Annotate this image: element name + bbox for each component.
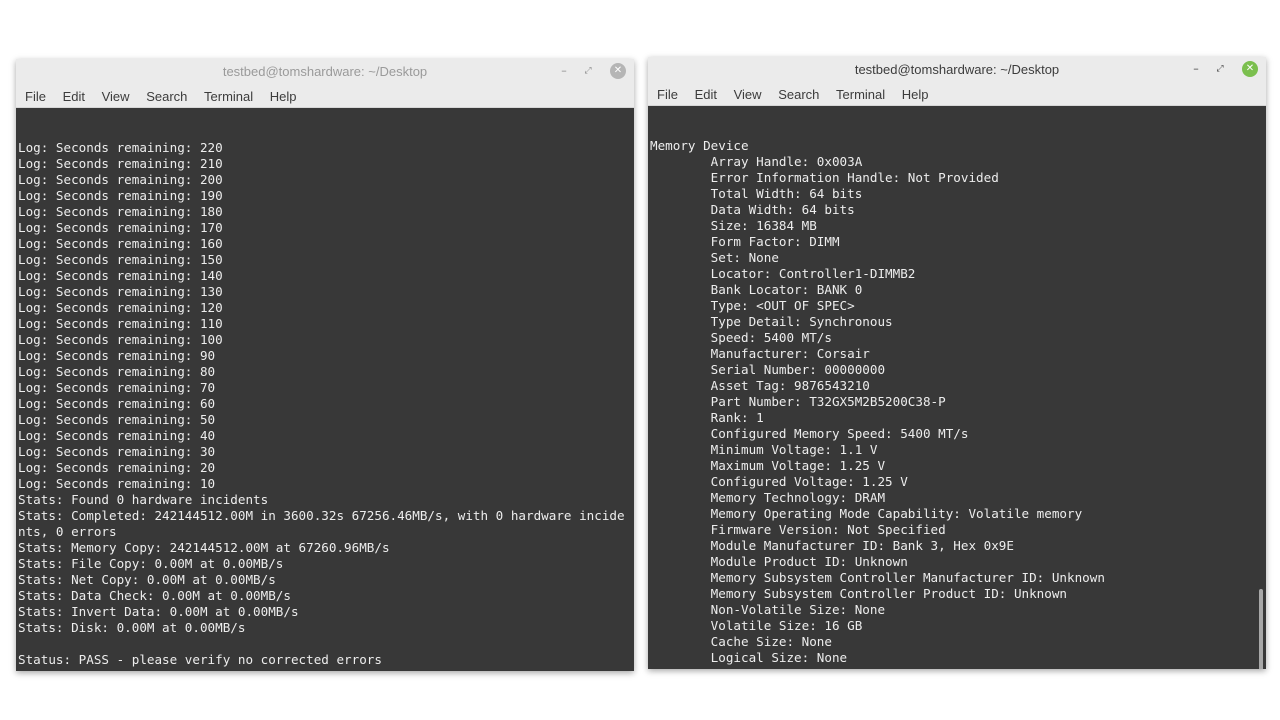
menu-view[interactable]: View	[102, 84, 130, 104]
output-line: Type Detail: Synchronous	[650, 314, 893, 329]
output-line: Memory Subsystem Controller Product ID: …	[650, 586, 1068, 601]
output-line: Stats: Invert Data: 0.00M at 0.00MB/s	[18, 604, 299, 619]
menu-bar: File Edit View Search Terminal Help	[16, 84, 634, 108]
menu-help[interactable]: Help	[902, 82, 929, 102]
scrollbar[interactable]	[1259, 589, 1263, 669]
output-line: Array Handle: 0x003A	[650, 154, 863, 169]
output-line: Firmware Version: Not Specified	[650, 522, 946, 537]
output-line: Configured Memory Speed: 5400 MT/s	[650, 426, 969, 441]
output-line: Error Information Handle: Not Provided	[650, 170, 999, 185]
output-line: Bank Locator: BANK 0	[650, 282, 863, 297]
terminal-output[interactable]: Log: Seconds remaining: 220 Log: Seconds …	[16, 108, 634, 671]
output-line: Module Manufacturer ID: Bank 3, Hex 0x9E	[650, 538, 1014, 553]
menu-file[interactable]: File	[657, 82, 678, 102]
menu-terminal[interactable]: Terminal	[204, 84, 253, 104]
output-line: Part Number: T32GX5M2B5200C38-P	[650, 394, 946, 409]
output-line: Stats: Disk: 0.00M at 0.00MB/s	[18, 620, 246, 635]
output-line: Set: None	[650, 250, 779, 265]
title-bar[interactable]: testbed@tomshardware: ~/Desktop – ⤢ ✕	[648, 57, 1266, 82]
output-line: Module Product ID: Unknown	[650, 554, 908, 569]
terminal-window-left: testbed@tomshardware: ~/Desktop – ⤢ ✕ Fi…	[16, 59, 634, 671]
output-line: Rank: 1	[650, 410, 764, 425]
output-line: Stats: Completed: 242144512.00M in 3600.…	[18, 508, 625, 523]
output-line: Log: Seconds remaining: 130	[18, 284, 223, 299]
output-line: Type: <OUT OF SPEC>	[650, 298, 855, 313]
menu-search[interactable]: Search	[146, 84, 187, 104]
output-line: Form Factor: DIMM	[650, 234, 840, 249]
output-line: Log: Seconds remaining: 70	[18, 380, 216, 395]
output-line: Minimum Voltage: 1.1 V	[650, 442, 878, 457]
output-line: Stats: Data Check: 0.00M at 0.00MB/s	[18, 588, 291, 603]
output-line: Log: Seconds remaining: 90	[18, 348, 216, 363]
output-line: Log: Seconds remaining: 220	[18, 140, 223, 155]
output-line: Size: 16384 MB	[650, 218, 817, 233]
menu-file[interactable]: File	[25, 84, 46, 104]
output-line: Configured Voltage: 1.25 V	[650, 474, 908, 489]
window-title: testbed@tomshardware: ~/Desktop	[222, 64, 428, 79]
output-line: Non-Volatile Size: None	[650, 602, 886, 617]
menu-search[interactable]: Search	[778, 82, 819, 102]
output-line: Maximum Voltage: 1.25 V	[650, 458, 886, 473]
output-line: Log: Seconds remaining: 180	[18, 204, 223, 219]
terminal-window-right: testbed@tomshardware: ~/Desktop – ⤢ ✕ Fi…	[648, 57, 1266, 669]
menu-terminal[interactable]: Terminal	[836, 82, 885, 102]
output-line: Stats: Net Copy: 0.00M at 0.00MB/s	[18, 572, 276, 587]
output-line: Log: Seconds remaining: 80	[18, 364, 216, 379]
output-line: Log: Seconds remaining: 200	[18, 172, 223, 187]
output-line: Log: Seconds remaining: 150	[18, 252, 223, 267]
title-bar[interactable]: testbed@tomshardware: ~/Desktop – ⤢ ✕	[16, 59, 634, 84]
menu-bar: File Edit View Search Terminal Help	[648, 82, 1266, 106]
output-line: Cache Size: None	[650, 634, 832, 649]
output-line: Log: Seconds remaining: 40	[18, 428, 216, 443]
output-line: Stats: Found 0 hardware incidents	[18, 492, 269, 507]
output-line: Stats: File Copy: 0.00M at 0.00MB/s	[18, 556, 284, 571]
output-line: Log: Seconds remaining: 100	[18, 332, 223, 347]
output-line: Serial Number: 00000000	[650, 362, 886, 377]
output-line: Speed: 5400 MT/s	[650, 330, 832, 345]
output-line: Data Width: 64 bits	[650, 202, 855, 217]
output-line: Log: Seconds remaining: 160	[18, 236, 223, 251]
output-line: Memory Subsystem Controller Manufacturer…	[650, 570, 1105, 585]
output-line: Log: Seconds remaining: 50	[18, 412, 216, 427]
output-line: nts, 0 errors	[18, 524, 117, 539]
output-line: Volatile Size: 16 GB	[650, 618, 863, 633]
output-line: Logical Size: None	[650, 650, 848, 665]
output-line: Log: Seconds remaining: 140	[18, 268, 223, 283]
terminal-output[interactable]: Memory Device Array Handle: 0x003A Error…	[648, 106, 1266, 669]
minimize-icon[interactable]: –	[1188, 61, 1204, 77]
output-line: Log: Seconds remaining: 60	[18, 396, 216, 411]
close-icon[interactable]: ✕	[1242, 61, 1258, 77]
output-line: Total Width: 64 bits	[650, 186, 863, 201]
output-line: Log: Seconds remaining: 10	[18, 476, 216, 491]
maximize-icon[interactable]: ⤢	[1212, 61, 1228, 77]
close-icon[interactable]: ✕	[610, 63, 626, 79]
output-line: Asset Tag: 9876543210	[650, 378, 870, 393]
output-line: Log: Seconds remaining: 190	[18, 188, 223, 203]
output-lines: Log: Seconds remaining: 220 Log: Seconds …	[18, 108, 625, 671]
menu-view[interactable]: View	[734, 82, 762, 102]
output-line: Memory Device	[650, 138, 749, 153]
menu-edit[interactable]: Edit	[695, 82, 717, 102]
output-line: Stats: Memory Copy: 242144512.00M at 672…	[18, 540, 390, 555]
minimize-icon[interactable]: –	[556, 63, 572, 79]
output-line: Log: Seconds remaining: 210	[18, 156, 223, 171]
output-line: Log: Seconds remaining: 170	[18, 220, 223, 235]
menu-help[interactable]: Help	[270, 84, 297, 104]
output-line: Log: Seconds remaining: 30	[18, 444, 216, 459]
output-line: Memory Operating Mode Capability: Volati…	[650, 506, 1083, 521]
window-title: testbed@tomshardware: ~/Desktop	[854, 62, 1060, 77]
maximize-icon[interactable]: ⤢	[580, 63, 596, 79]
output-line: Manufacturer: Corsair	[650, 346, 870, 361]
output-line: Locator: Controller1-DIMMB2	[650, 266, 916, 281]
output-line: Log: Seconds remaining: 110	[18, 316, 223, 331]
output-line: Status: PASS - please verify no correcte…	[18, 652, 382, 667]
menu-edit[interactable]: Edit	[63, 84, 85, 104]
output-line: Log: Seconds remaining: 120	[18, 300, 223, 315]
output-lines: Memory Device Array Handle: 0x003A Error…	[650, 106, 1105, 669]
output-line: Memory Technology: DRAM	[650, 490, 886, 505]
output-line: Log: Seconds remaining: 20	[18, 460, 216, 475]
